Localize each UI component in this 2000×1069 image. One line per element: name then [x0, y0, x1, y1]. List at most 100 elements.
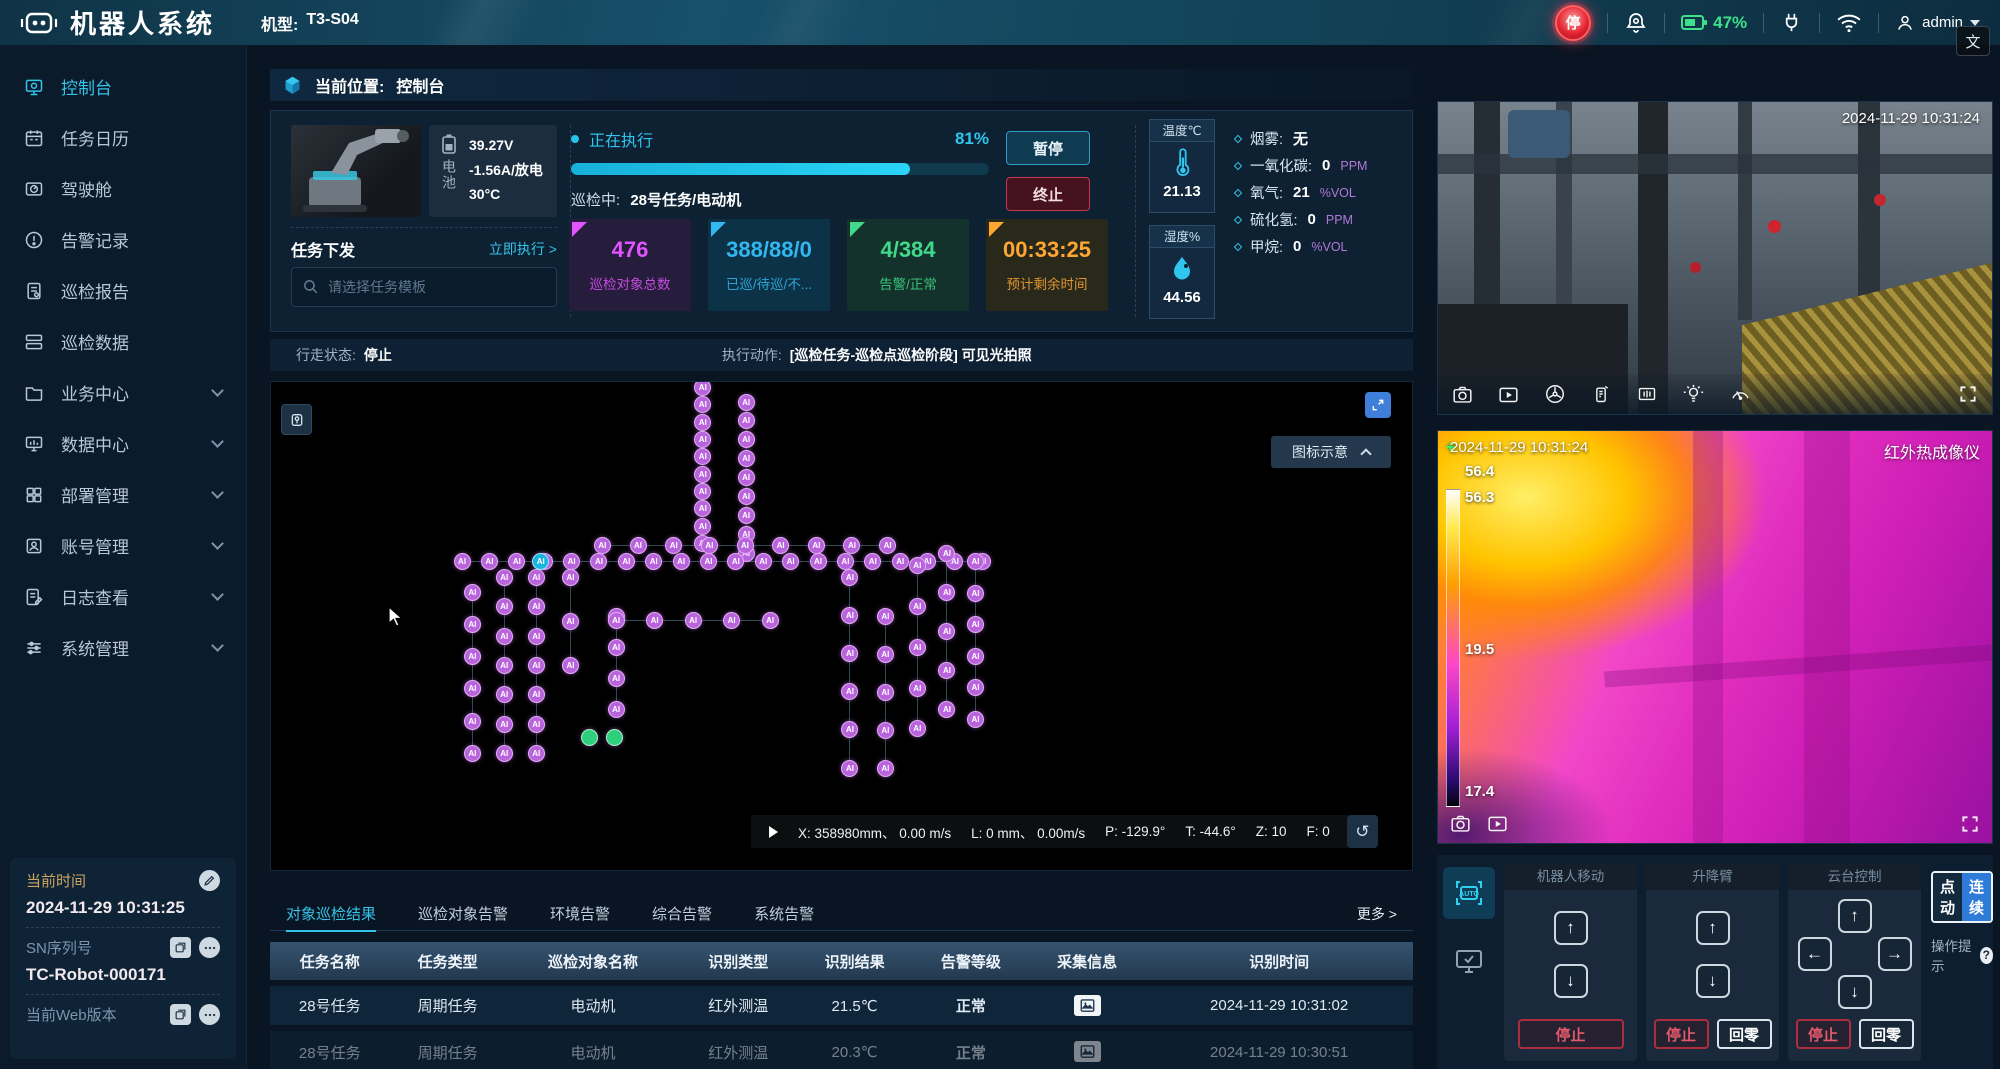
map-node[interactable]: AI	[967, 585, 984, 602]
tab[interactable]: 对象巡检结果	[286, 897, 376, 931]
map-node[interactable]: AI	[841, 683, 858, 700]
capture-photo-icon[interactable]	[1450, 813, 1471, 834]
tab[interactable]: 系统告警	[754, 897, 814, 931]
operation-hint[interactable]: 操作提示 ?	[1931, 935, 1993, 975]
map-node[interactable]: AI	[877, 684, 894, 701]
map-node[interactable]: AI	[879, 537, 896, 554]
captured-image-icon[interactable]	[1074, 995, 1101, 1016]
table-row[interactable]: 28号任务周期任务 电动机红外测温 21.5℃正常 2024-11-29 10:…	[270, 983, 1413, 1028]
tab[interactable]: 环境告警	[550, 897, 610, 931]
stop-button[interactable]: 停止	[1796, 1019, 1851, 1049]
intercom-icon[interactable]	[1591, 383, 1611, 405]
map-node[interactable]: AI	[938, 623, 955, 640]
map-node[interactable]: AI	[808, 537, 825, 554]
map-node[interactable]: AI	[909, 639, 926, 656]
map-node[interactable]: AI	[528, 716, 545, 733]
map-node[interactable]: AI	[694, 414, 711, 431]
alarm-bell-icon[interactable]	[1624, 11, 1648, 35]
map-node[interactable]: AI	[738, 469, 755, 486]
map-node[interactable]: AI	[630, 537, 647, 554]
map-node[interactable]: AI	[685, 612, 702, 629]
map-node[interactable]: AI	[738, 412, 755, 429]
sidebar-item-console[interactable]: 控制台	[0, 61, 246, 112]
map-reset-button[interactable]: ↺	[1347, 815, 1378, 848]
map-node[interactable]: AI	[464, 648, 481, 665]
map-node[interactable]: AI	[694, 466, 711, 483]
arrow-down-button[interactable]: ↓	[1554, 964, 1588, 998]
map-node[interactable]: AI	[496, 569, 513, 586]
map-node[interactable]: AI	[608, 639, 625, 656]
map-node[interactable]: AI	[694, 483, 711, 500]
map-node[interactable]: AI	[967, 553, 984, 570]
pause-button[interactable]: 暂停	[1006, 131, 1090, 165]
task-template-input[interactable]	[291, 267, 557, 307]
auto-mode-button[interactable]: AUTO	[1443, 867, 1495, 919]
map-node[interactable]: AI	[694, 431, 711, 448]
map-node[interactable]: AI	[694, 396, 711, 413]
stop-button[interactable]: 停止	[1518, 1019, 1624, 1049]
map-node[interactable]: AI	[877, 608, 894, 625]
map-node[interactable]: AI	[877, 722, 894, 739]
sidebar-item-log[interactable]: 日志查看	[0, 571, 246, 622]
map-node[interactable]: AI	[909, 720, 926, 737]
map-node[interactable]: AI	[837, 553, 854, 570]
more-link[interactable]: 更多 >	[1357, 904, 1397, 924]
map-node[interactable]: AI	[528, 686, 545, 703]
sidebar-item-data[interactable]: 巡检数据	[0, 316, 246, 367]
map-node[interactable]: AI	[694, 381, 711, 396]
map-node[interactable]: AI	[967, 679, 984, 696]
map-node[interactable]: AI	[645, 553, 662, 570]
map-node[interactable]: AI	[877, 760, 894, 777]
map-node[interactable]: AI	[562, 613, 579, 630]
map-node[interactable]: AI	[810, 553, 827, 570]
more-icon[interactable]	[199, 937, 220, 958]
arrow-up-button[interactable]: ↑	[1696, 911, 1730, 945]
map-node[interactable]: AI	[967, 711, 984, 728]
arrow-down-button[interactable]: ↓	[1838, 975, 1872, 1009]
map-node[interactable]: AI	[646, 612, 663, 629]
map-node[interactable]: AI	[481, 553, 498, 570]
continuous-option[interactable]: 连续	[1962, 873, 1991, 921]
map-node[interactable]: AI	[909, 598, 926, 615]
map-node[interactable]: AI	[772, 537, 789, 554]
map-node[interactable]: AI	[909, 680, 926, 697]
map-node[interactable]: AI	[562, 569, 579, 586]
sidebar-item-cockpit[interactable]: 驾驶舱	[0, 163, 246, 214]
capture-photo-icon[interactable]	[1452, 384, 1473, 405]
arrow-up-button[interactable]: ↑	[1554, 911, 1588, 945]
map-node[interactable]: AI	[528, 745, 545, 762]
sidebar-item-calendar[interactable]: 任务日历	[0, 112, 246, 163]
sidebar-item-deploy[interactable]: 部署管理	[0, 469, 246, 520]
map-node[interactable]: AI	[454, 553, 471, 570]
edit-icon[interactable]	[199, 870, 220, 891]
table-row[interactable]: 28号任务周期任务 电动机红外测温 20.3℃正常 2024-11-29 10:…	[270, 1028, 1413, 1069]
terminate-button[interactable]: 终止	[1006, 177, 1090, 211]
map-node[interactable]: AI	[496, 628, 513, 645]
map-node[interactable]: AI	[608, 612, 625, 629]
map-node[interactable]: AI	[938, 662, 955, 679]
wiper-icon[interactable]	[1729, 384, 1752, 404]
stop-button[interactable]: 停止	[1654, 1019, 1709, 1049]
record-video-icon[interactable]	[1487, 813, 1508, 834]
defog-fan-icon[interactable]	[1544, 383, 1566, 405]
map-node[interactable]: AI	[496, 686, 513, 703]
tab[interactable]: 巡检对象告警	[418, 897, 508, 931]
map-node[interactable]: AI	[967, 648, 984, 665]
map-node-green[interactable]	[581, 729, 598, 746]
map-node[interactable]: AI	[464, 584, 481, 601]
map-node[interactable]: AI	[723, 612, 740, 629]
map-node-green[interactable]	[606, 729, 623, 746]
map-node[interactable]: AI	[738, 507, 755, 524]
jog-continuous-toggle[interactable]: 点动 连续	[1931, 871, 1993, 923]
home-button[interactable]: 回零	[1717, 1019, 1772, 1049]
copy-icon[interactable]	[170, 1004, 191, 1025]
fullscreen-icon[interactable]	[1960, 814, 1980, 834]
sidebar-item-report[interactable]: 巡检报告	[0, 265, 246, 316]
captured-image-icon[interactable]	[1074, 1041, 1101, 1062]
map-node[interactable]: AI	[673, 553, 690, 570]
monitor-mode-button[interactable]	[1443, 935, 1495, 987]
map-node[interactable]: AI	[938, 584, 955, 601]
tab[interactable]: 综合告警	[652, 897, 712, 931]
thermal-camera-feed[interactable]: + 2024-11-29 10:31:24 红外热成像仪 56.4 56.3 1…	[1437, 430, 1993, 844]
inspection-map[interactable]: AIAIAIAIAIAIAIAIAIAIAIAIAIAIAIAIAIAIAIAI…	[270, 381, 1413, 871]
